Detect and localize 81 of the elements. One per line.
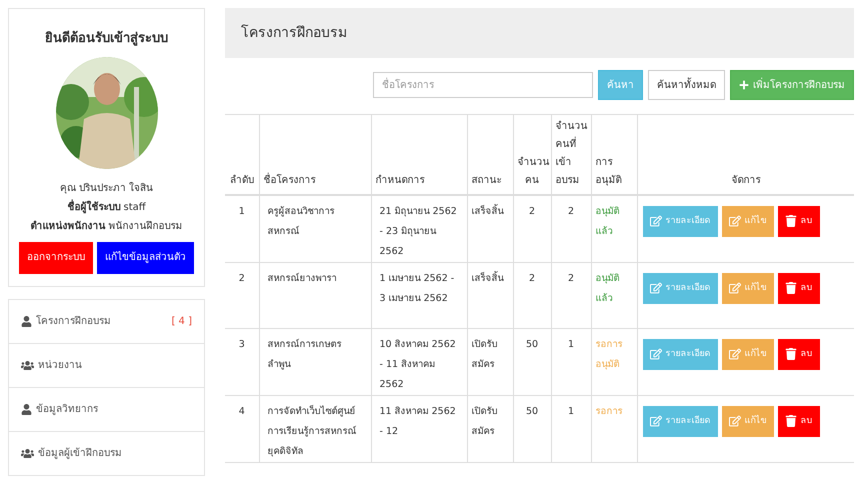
edit-icon	[728, 215, 740, 227]
menu-item[interactable]: หน่วยงาน	[8, 344, 205, 388]
column-header: การอนุมัติ	[591, 114, 637, 194]
menu-label: โครงการฝึกอบรม	[36, 314, 111, 328]
table-cell: 2	[551, 262, 591, 328]
edit-icon	[650, 348, 662, 360]
menu-item[interactable]: โครงการฝึกอบรม [ 4 ]	[8, 300, 205, 344]
column-header: ลำดับ	[225, 114, 259, 194]
trash-icon	[784, 415, 796, 427]
menu-label: ข้อมูลวิทยากร	[36, 402, 98, 416]
table-cell: 10 สิงหาคม 2562 - 11 สิงหาคม 2562	[371, 328, 467, 395]
table-cell: 2	[513, 194, 551, 262]
trash-icon	[784, 215, 796, 227]
job-position: ตำแหน่งพนักงาน พนักงานฝึกอบรม	[30, 220, 183, 234]
table-cell: 1	[551, 395, 591, 462]
table-cell: เปิดรับสมัคร	[467, 395, 513, 462]
approval-status: รอการ	[591, 395, 637, 462]
table-cell: ครูผู้สอนวิชาการสหกรณ์	[259, 194, 371, 262]
table-cell: 1	[225, 194, 259, 262]
menu-label: ข้อมูลผู้เข้าฝึกอบรม	[38, 446, 122, 460]
table-cell: 3	[225, 328, 259, 395]
users-icon	[21, 358, 34, 372]
table-cell: 2	[551, 194, 591, 262]
table-cell: 50	[513, 395, 551, 462]
user-icon	[21, 316, 32, 326]
delete-button[interactable]: ลบ	[778, 206, 820, 236]
column-header: จำนวนคนที่เข้าอบรม	[551, 114, 591, 194]
column-header: สถานะ	[467, 114, 513, 194]
delete-button[interactable]: ลบ	[778, 272, 820, 304]
table-cell: สหกรณ์ยางพารา	[259, 262, 371, 328]
column-header: กำหนดการ	[371, 114, 467, 194]
users-icon	[21, 446, 34, 460]
approval-status: อนุมัติแล้ว	[591, 194, 637, 262]
approval-status: อนุมัติแล้ว	[591, 262, 637, 328]
detail-button[interactable]: รายละเอียด	[642, 206, 718, 236]
trash-icon	[784, 282, 796, 294]
column-header: จำนวนคน	[513, 114, 551, 194]
table-cell: 2	[225, 262, 259, 328]
menu-item[interactable]: ข้อมูลผู้เข้าฝึกอบรม	[8, 432, 205, 476]
table-cell: 4	[225, 395, 259, 462]
table-cell: การจัดทำเว็บไซต์ศูนย์การเรียนรู้การสหกรณ์ยุคดิจิทัล	[259, 395, 371, 462]
detail-button[interactable]: รายละเอียด	[642, 406, 718, 436]
table-cell: สหกรณ์การเกษตรลำพูน	[259, 328, 371, 395]
menu-count: [ 4 ]	[171, 314, 192, 328]
table-cell: 50	[513, 328, 551, 395]
edit-icon	[728, 415, 740, 427]
detail-button[interactable]: รายละเอียด	[642, 338, 718, 370]
table-cell: เสร็จสิ้น	[467, 262, 513, 328]
search-all-button[interactable]: ค้นหาทั้งหมด	[648, 70, 725, 100]
approval-status: รอการอนุมัติ	[591, 328, 637, 395]
detail-button[interactable]: รายละเอียด	[642, 272, 718, 304]
user-icon	[21, 404, 32, 414]
plus-icon	[739, 80, 749, 90]
table-cell: 11 สิงหาคม 2562 - 12	[371, 395, 467, 462]
user-fullname: คุณ ปรินประภา ใจสิน	[60, 181, 154, 196]
column-header: ชื่อโครงการ	[259, 114, 371, 194]
table-cell: 1	[551, 328, 591, 395]
logout-button[interactable]: ออกจากระบบ	[19, 242, 93, 274]
page-title: โครงการฝึกอบรม	[241, 24, 347, 42]
search-field[interactable]: ชื่อโครงการ	[373, 72, 593, 98]
delete-button[interactable]: ลบ	[778, 338, 820, 370]
edit-icon	[650, 282, 662, 294]
edit-icon	[728, 348, 740, 360]
table-cell: 2	[513, 262, 551, 328]
username: ชื่อผู้ใช้ระบบ staff	[67, 200, 146, 214]
delete-button[interactable]: ลบ	[778, 406, 820, 436]
table-cell: เปิดรับสมัคร	[467, 328, 513, 395]
edit-icon	[650, 215, 662, 227]
edit-icon	[650, 415, 662, 427]
add-project-button[interactable]: เพิ่มโครงการฝึกอบรม	[730, 70, 854, 100]
column-header: จัดการ	[637, 114, 854, 194]
edit-icon	[728, 282, 740, 294]
menu-label: หน่วยงาน	[38, 358, 82, 372]
welcome-title: ยินดีต้อนรับเข้าสู่ระบบ	[45, 30, 168, 48]
menu-item[interactable]: ข้อมูลวิทยากร	[8, 388, 205, 432]
table-cell: เสร็จสิ้น	[467, 194, 513, 262]
search-button[interactable]: ค้นหา	[598, 70, 643, 100]
table-cell: 21 มิถุนายน 2562 - 23 มิถุนายน 2562	[371, 194, 467, 262]
edit-profile-button[interactable]: แก้ไขข้อมูลส่วนตัว	[97, 242, 194, 274]
table-cell: 1 เมษายน 2562 - 3 เมษายน 2562	[371, 262, 467, 328]
trash-icon	[784, 348, 796, 360]
